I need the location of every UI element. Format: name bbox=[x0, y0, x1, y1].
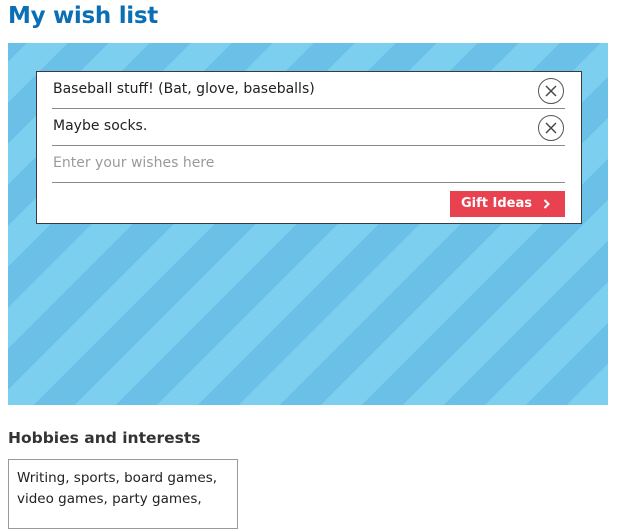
page-title: My wish list bbox=[8, 3, 158, 29]
remove-wish-button[interactable] bbox=[538, 115, 564, 141]
chevron-right-icon bbox=[543, 199, 550, 209]
remove-wish-button[interactable] bbox=[538, 78, 564, 104]
wish-input-placeholder[interactable]: Enter your wishes here bbox=[53, 155, 214, 171]
gift-ideas-label: Gift Ideas bbox=[461, 196, 532, 211]
wish-input-row[interactable]: Enter your wishes here bbox=[52, 146, 565, 183]
close-icon bbox=[545, 85, 557, 97]
gift-ideas-button[interactable]: Gift Ideas bbox=[450, 191, 565, 217]
wish-item-text[interactable]: Baseball stuff! (Bat, glove, baseballs) bbox=[53, 81, 315, 97]
wish-item-text[interactable]: Maybe socks. bbox=[53, 118, 147, 134]
wish-list-panel: Baseball stuff! (Bat, glove, baseballs) … bbox=[8, 43, 608, 405]
hobbies-heading: Hobbies and interests bbox=[8, 429, 201, 447]
wish-item[interactable]: Baseball stuff! (Bat, glove, baseballs) bbox=[52, 72, 565, 109]
wish-item[interactable]: Maybe socks. bbox=[52, 109, 565, 146]
wish-list-card: Baseball stuff! (Bat, glove, baseballs) … bbox=[36, 71, 582, 224]
close-icon bbox=[545, 122, 557, 134]
hobbies-textarea[interactable]: Writing, sports, board games, video game… bbox=[8, 459, 238, 529]
